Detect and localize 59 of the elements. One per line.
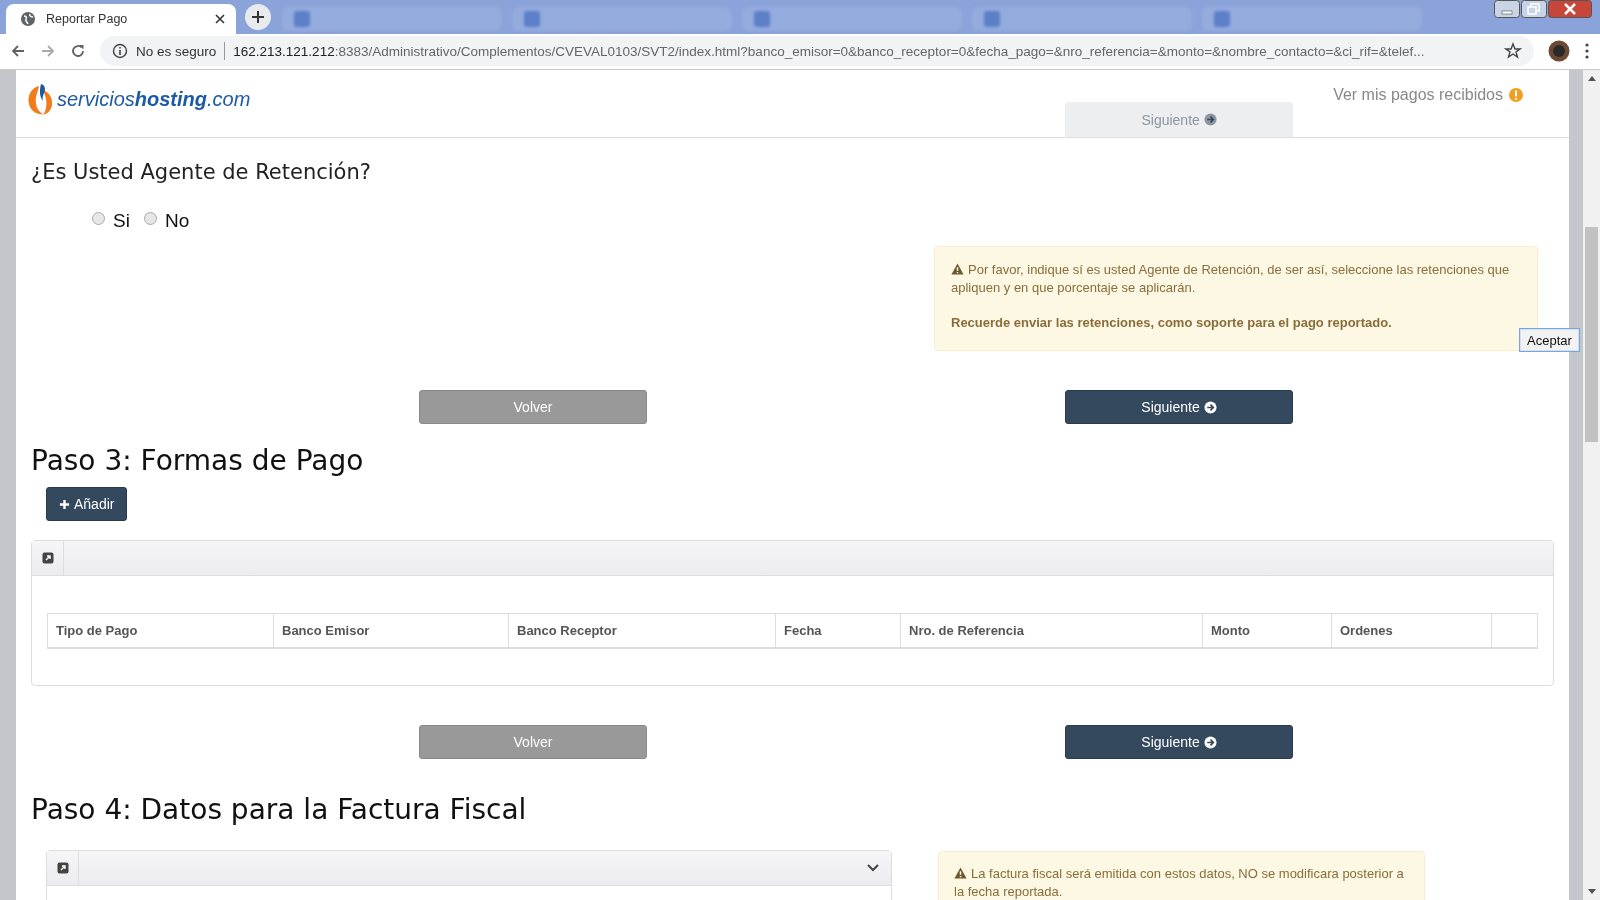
tab-favicon [754, 10, 770, 27]
minimize-button[interactable] [1494, 0, 1520, 18]
column-header: Ordenes [1331, 613, 1492, 648]
reload-icon[interactable] [70, 43, 86, 60]
address-bar[interactable]: No es seguro 162.213.121.212:8383/Administrativo/Complementos/CVEVAL0103/SVT2/index.html?banco_emisor=0&banco_receptor=0&fecha_pago=&nro_referencia=&monto=&nombre_contacto=&ci_rif=&telef... [100, 36, 1534, 67]
expand-icon[interactable] [41, 552, 54, 564]
profile-avatar[interactable] [1548, 40, 1570, 63]
scroll-down-icon[interactable] [1587, 889, 1596, 894]
tab-favicon [984, 10, 1000, 27]
alert-icon [1508, 87, 1524, 103]
radio-label: No [164, 210, 190, 232]
column-header: Monto [1202, 613, 1332, 648]
plus-icon [59, 498, 70, 510]
scrollbar-thumb[interactable] [1585, 227, 1598, 442]
column-header: Nro. de Referencia [900, 613, 1203, 648]
chevron-down-icon[interactable] [867, 864, 879, 872]
column-header: Banco Receptor [508, 613, 776, 648]
tab-favicon [1214, 10, 1230, 27]
section-heading: ¿Es Usted Agente de Retención? [31, 160, 372, 184]
globe-icon [20, 10, 36, 27]
column-header: Banco Emisor [273, 613, 509, 648]
next-button[interactable]: Siguiente [1065, 725, 1293, 759]
alert-message: Por favor, indique sí es usted Agente de Retención, de ser así, seleccione las retenciones que apliquen y en que porcentaje se aplicarán. [951, 261, 1511, 297]
star-icon[interactable] [1504, 42, 1522, 61]
expand-icon[interactable] [56, 862, 69, 874]
scrollbar[interactable] [1583, 70, 1600, 900]
logo-text: servicioshosting.com [57, 87, 251, 111]
security-label: No es seguro [136, 43, 217, 59]
url-host: 162.213.121.212 [233, 43, 335, 59]
column-header: Tipo de Pago [47, 613, 274, 648]
step-heading: Paso 3: Formas de Pago [31, 444, 365, 477]
radio-button[interactable] [92, 211, 105, 225]
menu-icon[interactable] [1584, 42, 1590, 61]
info-icon [112, 43, 128, 60]
arrow-circle-icon [1203, 400, 1217, 414]
tab-favicon [524, 10, 540, 27]
tab-title: Reportar Pago [46, 11, 129, 26]
warning-icon [954, 867, 967, 879]
next-button[interactable]: Siguiente [1065, 390, 1293, 424]
accept-button[interactable]: Aceptar [1519, 328, 1580, 352]
url-path: :8383/Administrativo/Complementos/CVEVAL0103/SVT2/index.html?banco_emisor=0&banco_receptor=0&fecha_pago=&nro_referencia=&monto=&nombre_contacto=&ci_rif=&telef... [334, 43, 1425, 59]
column-header: Fecha [775, 613, 901, 648]
new-tab-button[interactable] [244, 2, 272, 31]
close-icon[interactable] [214, 12, 226, 25]
arrow-circle-icon [1203, 735, 1217, 749]
radio-button[interactable] [143, 211, 157, 225]
alert-note: Recuerde enviar las retenciones, como soporte para el pago reportado. [951, 314, 1393, 332]
restore-button[interactable] [1521, 0, 1547, 18]
received-payments-link[interactable]: Ver mis pagos recibidos [1333, 86, 1503, 104]
add-button[interactable]: Añadir [46, 487, 128, 521]
radio-label: Si [113, 210, 130, 232]
step-heading: Paso 4: Datos para la Factura Fiscal [31, 793, 528, 826]
arrow-circle-icon [1203, 113, 1217, 126]
scroll-up-icon[interactable] [1587, 76, 1596, 81]
close-window-button[interactable] [1548, 0, 1592, 18]
warning-icon [951, 263, 964, 275]
tab-favicon [294, 10, 310, 27]
browser-tab[interactable]: Reportar Pago [6, 3, 236, 34]
alert-message: La factura fiscal será emitida con estos datos, NO se modificara posterior a la fecha reportada. [954, 865, 1405, 900]
